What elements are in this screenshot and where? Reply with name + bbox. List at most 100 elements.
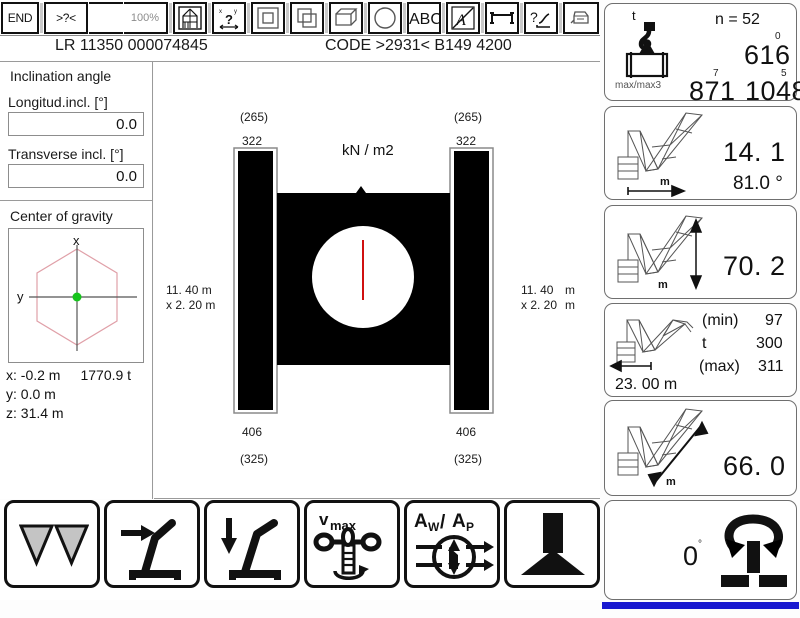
circle-button[interactable] [368, 1, 402, 34]
printer-icon [568, 7, 594, 29]
wind-speed-button[interactable]: v max [304, 500, 400, 588]
table-button[interactable] [485, 1, 519, 34]
boom-out-button[interactable] [104, 500, 200, 588]
end-button[interactable]: END [1, 1, 39, 34]
square-frame-button[interactable] [251, 1, 285, 34]
toolbar-divider [520, 2, 523, 33]
cog-z-value: z: 31.4 m [6, 405, 64, 421]
toolbar-divider [403, 2, 406, 33]
code-label: CODE >2931< B149 4200 [325, 37, 512, 54]
top-toolbar: END >?< 100% x y ? ABC ? [0, 0, 600, 36]
boom-down-button[interactable] [204, 500, 300, 588]
xy-query-button[interactable]: x y ? [212, 1, 246, 34]
toolbar-divider [286, 2, 289, 33]
longitudinal-incl-label: Longitud.incl. [°] [8, 94, 108, 110]
a-slash-button[interactable]: A [446, 1, 480, 34]
crawler-plan-shape [233, 147, 494, 414]
slew-value: 0 [683, 541, 699, 571]
down-arrows-button[interactable] [4, 500, 100, 588]
cog-axis-y-label: y [17, 289, 24, 304]
maxmax3-label: max/max3 [615, 80, 662, 91]
svg-text:?: ? [530, 9, 538, 25]
crane-height-icon: m [610, 208, 725, 296]
status-bar [602, 602, 799, 609]
circle-icon [373, 6, 397, 30]
question-curve-button[interactable]: ? [524, 1, 558, 34]
xy-query-icon: x y ? [216, 5, 242, 31]
svg-text:A: A [414, 511, 428, 532]
table-icon [489, 7, 515, 29]
machine-id-label: LR 11350 000074845 [55, 37, 208, 54]
toolbar-divider [325, 2, 328, 33]
svg-text:v: v [319, 510, 329, 529]
boom-length-panel[interactable]: m 66. 0 [604, 400, 797, 496]
abc-text-button[interactable]: ABC [407, 1, 441, 34]
toolbar-divider [442, 2, 445, 33]
longitudinal-incl-field[interactable]: 0.0 [8, 112, 144, 136]
transverse-incl-field[interactable]: 0.0 [8, 164, 144, 188]
cog-point [72, 292, 82, 302]
zoom-level-button[interactable]: 100% [124, 1, 168, 34]
svg-text:m: m [666, 476, 676, 488]
svg-text:y: y [234, 9, 237, 15]
overlap-squares-button[interactable] [290, 1, 324, 34]
svg-text:?: ? [225, 12, 233, 27]
load-value-1048: 1048 [745, 76, 800, 106]
end-button-label: END [7, 10, 33, 25]
nav-button[interactable]: >?< [44, 1, 88, 34]
structure-button[interactable] [173, 1, 207, 34]
slew-degree-label: ° [698, 539, 702, 550]
right-column: t max/max3 n = 52 0 616 7 871 5 1048 m 1… [602, 0, 800, 618]
toolbar-divider [40, 2, 43, 33]
toolbar-divider [481, 2, 484, 33]
abc-text-icon: ABC [409, 7, 439, 29]
radius-value: 14. 1 [723, 137, 786, 167]
svg-text:ABC: ABC [409, 11, 439, 28]
ground-support-button[interactable] [504, 500, 600, 588]
svg-text:m: m [660, 176, 670, 188]
structure-icon [178, 5, 202, 30]
counterweight-t-value: 300 [756, 335, 783, 352]
inclination-title: Inclination angle [10, 68, 112, 84]
two-down-triangles-icon [19, 523, 89, 569]
counterweight-panel[interactable]: 23. 00 m (min) 97 t 300 (max) 311 [604, 303, 797, 397]
cog-values: x: -0.2 m 1770.9 t y: 0.0 m z: 31.4 m [0, 366, 152, 423]
overlap-squares-icon [295, 6, 319, 30]
header-line: LR 11350 000074845 CODE >2931< B149 4200 [0, 36, 600, 62]
square-frame-icon [256, 6, 280, 30]
n-count-label: n = 52 [715, 11, 760, 28]
counterweight-max-label: (max) [699, 358, 740, 375]
crane-control-screen: END >?< 100% x y ? ABC ? LR 11350 000074… [0, 0, 800, 618]
toolbar-blank-area [89, 1, 123, 34]
cube-button[interactable] [329, 1, 363, 34]
svg-text:W: W [428, 520, 440, 534]
cog-diagram: x y [8, 228, 144, 363]
svg-text:m: m [658, 279, 668, 291]
counterweight-min-value: 97 [765, 312, 783, 329]
crane-counterweight-icon [609, 306, 711, 376]
crane-radius-icon: m [610, 109, 725, 197]
boom-down-arrow-icon [215, 512, 291, 580]
airflow-icon: A W / A P [412, 507, 496, 585]
height-panel[interactable]: m 70. 2 [604, 205, 797, 299]
zoom-level-label: 100% [130, 11, 160, 24]
ground-pressure-diagram: (265) 322 (265) 322 kN / m2 406 (325) 40… [154, 62, 600, 499]
cog-title: Center of gravity [10, 208, 113, 224]
boom-horizontal-arrow-icon [115, 512, 191, 580]
anemometer-icon: v max [313, 507, 393, 585]
load-value-616: 616 [744, 40, 791, 70]
a-slash-icon: A [450, 5, 476, 31]
slew-panel[interactable]: 0 ° [604, 500, 797, 600]
cog-x-value: x: -0.2 m [6, 367, 61, 383]
load-panel[interactable]: t max/max3 n = 52 0 616 7 871 5 1048 [604, 3, 800, 106]
svg-text:A: A [452, 511, 466, 532]
svg-text:x: x [219, 9, 222, 15]
area-ratio-button[interactable]: A W / A P [404, 500, 500, 588]
svg-text:/: / [440, 512, 446, 533]
print-button[interactable] [563, 1, 599, 34]
question-curve-icon: ? [528, 6, 554, 30]
counterweight-t-label: t [702, 335, 707, 352]
cog-weight-value: 1770.9 t [80, 367, 132, 383]
radius-panel[interactable]: m 14. 1 81.0 ° [604, 106, 797, 200]
cog-y-value: y: 0.0 m [6, 386, 56, 402]
